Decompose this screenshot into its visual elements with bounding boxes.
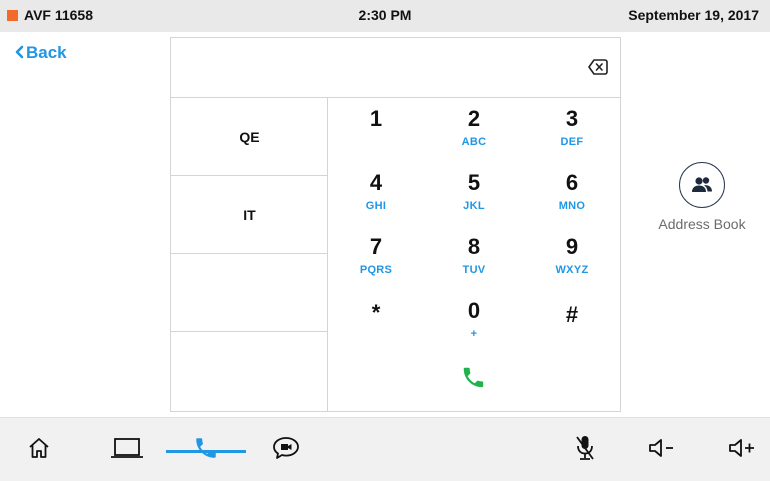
- present-button[interactable]: [97, 418, 157, 481]
- key-9[interactable]: 9 WXYZ: [524, 226, 620, 286]
- key-star[interactable]: *: [328, 292, 424, 352]
- speed-dial-item[interactable]: [171, 254, 328, 332]
- volume-down-button[interactable]: [632, 418, 692, 481]
- speed-dial-list: QE IT: [171, 98, 328, 411]
- keypad: 1 2 ABC 3 DEF 4 GHI 5 JKL 6 MNO 7 PQRS 8: [328, 98, 620, 411]
- key-2[interactable]: 2 ABC: [426, 98, 522, 158]
- speed-dial-item[interactable]: QE: [171, 98, 328, 176]
- backspace-icon[interactable]: [587, 56, 609, 78]
- chevron-left-icon: [15, 45, 24, 62]
- speed-dial-item[interactable]: [171, 332, 328, 411]
- key-7[interactable]: 7 PQRS: [328, 226, 424, 286]
- key-1[interactable]: 1: [328, 98, 424, 158]
- laptop-icon: [109, 436, 145, 465]
- speed-dial-item[interactable]: IT: [171, 176, 328, 254]
- bottom-nav: [0, 417, 770, 481]
- key-4[interactable]: 4 GHI: [328, 162, 424, 222]
- call-button[interactable]: [456, 360, 492, 396]
- volume-up-icon: [727, 437, 757, 464]
- address-book-button[interactable]: Address Book: [650, 162, 754, 232]
- status-bar: AVF 11658 2:30 PM September 19, 2017: [0, 0, 770, 32]
- chat-video-icon: [271, 435, 301, 466]
- contacts-icon: [679, 162, 725, 208]
- volume-up-button[interactable]: [712, 418, 770, 481]
- dialer-panel: QE IT 1 2 ABC 3 DEF 4 GHI 5 JKL 6 MNO 7 …: [170, 37, 621, 412]
- home-button[interactable]: [9, 418, 69, 481]
- address-book-label: Address Book: [658, 216, 746, 232]
- key-5[interactable]: 5 JKL: [426, 162, 522, 222]
- volume-down-icon: [647, 437, 677, 464]
- video-chat-button[interactable]: [256, 418, 316, 481]
- key-3[interactable]: 3 DEF: [524, 98, 620, 158]
- mic-muted-icon: [574, 434, 596, 467]
- back-button[interactable]: Back: [15, 43, 67, 63]
- key-hash[interactable]: #: [524, 294, 620, 354]
- mute-button[interactable]: [555, 418, 615, 481]
- phone-icon: [456, 367, 492, 400]
- home-icon: [27, 436, 51, 465]
- number-entry-field[interactable]: [171, 38, 620, 98]
- key-8[interactable]: 8 TUV: [426, 226, 522, 286]
- back-label: Back: [26, 43, 67, 62]
- key-6[interactable]: 6 MNO: [524, 162, 620, 222]
- key-0[interactable]: 0 +: [426, 290, 522, 350]
- active-tab-indicator: [166, 450, 246, 453]
- date: September 19, 2017: [628, 7, 759, 23]
